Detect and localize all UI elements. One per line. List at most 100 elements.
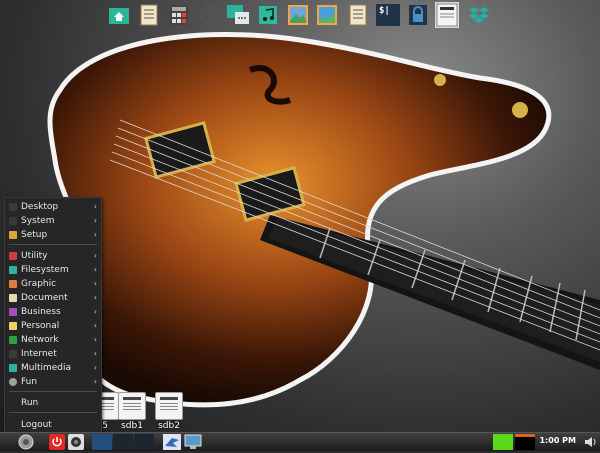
submenu-arrow-icon: › — [93, 279, 97, 288]
speaker-icon — [585, 437, 596, 447]
monitor-icon — [184, 434, 202, 449]
submenu-arrow-icon: › — [93, 307, 97, 316]
multimedia-icon — [9, 364, 17, 372]
launcher-dropbox[interactable] — [466, 2, 492, 28]
launcher-notes[interactable] — [345, 2, 371, 28]
submenu-arrow-icon: › — [93, 216, 97, 225]
drive-icon — [155, 392, 183, 420]
chat-messenger-icon — [227, 5, 249, 24]
desktop-drive-sdb2[interactable]: sdb2 — [152, 392, 186, 432]
drive-label: sdb1 — [121, 421, 143, 431]
launcher-removable-drive[interactable] — [434, 2, 460, 28]
menu-item-label: Logout — [21, 420, 52, 430]
camera-icon — [68, 434, 84, 450]
submenu-arrow-icon: › — [93, 363, 97, 372]
network-icon — [9, 336, 17, 344]
menu-separator — [9, 244, 97, 245]
submenu-arrow-icon: › — [93, 335, 97, 344]
submenu-arrow-icon: › — [93, 321, 97, 330]
business-icon — [9, 308, 17, 316]
menu-item-utility[interactable]: Utility › — [5, 249, 101, 263]
menu-item-desktop[interactable]: Desktop › — [5, 200, 101, 214]
lock-screen-icon — [409, 5, 427, 25]
volume-button[interactable] — [583, 434, 597, 450]
filesystem-icon — [9, 266, 17, 274]
desktop-drive-sdb1[interactable]: sdb1 — [115, 392, 149, 432]
launcher-browser[interactable] — [196, 2, 222, 28]
internet-icon — [9, 350, 17, 358]
start-menu-button[interactable] — [16, 434, 36, 450]
power-button[interactable] — [49, 434, 65, 450]
launcher-lock-screen[interactable] — [405, 2, 431, 28]
workspace-1-button[interactable] — [92, 434, 112, 450]
desktop-icon — [9, 203, 17, 211]
start-menu: Desktop › System › Setup › Utility › Fil… — [4, 197, 102, 439]
personal-icon — [9, 322, 17, 330]
submenu-arrow-icon: › — [93, 230, 97, 239]
launcher-text-editor[interactable] — [136, 2, 162, 28]
menu-separator — [9, 391, 97, 392]
dropbox-icon — [469, 7, 489, 23]
launcher-music[interactable] — [255, 2, 281, 28]
menu-item-internet[interactable]: Internet › — [5, 347, 101, 361]
menu-item-run[interactable]: Run — [5, 396, 101, 410]
calculator-icon — [170, 5, 188, 25]
notes-icon — [349, 4, 367, 26]
menu-item-label: Internet — [21, 349, 57, 359]
menu-item-label: Utility — [21, 251, 48, 261]
launcher-calculator[interactable] — [166, 2, 192, 28]
menu-item-network[interactable]: Network › — [5, 333, 101, 347]
menu-item-fun[interactable]: Fun › — [5, 375, 101, 389]
launcher-chat[interactable] — [225, 2, 251, 28]
menu-item-personal[interactable]: Personal › — [5, 319, 101, 333]
submenu-arrow-icon: › — [93, 202, 97, 211]
menu-item-label: System — [21, 216, 55, 226]
menu-item-setup[interactable]: Setup › — [5, 228, 101, 242]
text-editor-icon — [140, 4, 158, 26]
memory-monitor-graph — [515, 434, 535, 450]
menu-item-label: Document — [21, 293, 68, 303]
menu-item-label: Business — [21, 307, 61, 317]
menu-item-label: Fun — [21, 377, 38, 387]
submenu-arrow-icon: › — [93, 251, 97, 260]
terminal-icon: $| — [376, 4, 400, 26]
power-icon — [49, 434, 65, 450]
taskbar: 1:00 PM — [0, 432, 600, 451]
utility-icon — [9, 252, 17, 260]
launcher-terminal[interactable]: $| — [375, 2, 401, 28]
clock[interactable]: 1:00 PM — [539, 436, 576, 445]
launcher-image-viewer[interactable] — [285, 2, 311, 28]
menu-item-graphic[interactable]: Graphic › — [5, 277, 101, 291]
menu-item-label: Filesystem — [21, 265, 69, 275]
menu-item-label: Network — [21, 335, 59, 345]
system-icon — [9, 217, 17, 225]
submenu-arrow-icon: › — [93, 265, 97, 274]
removable-drive-icon — [435, 2, 459, 28]
cpu-monitor-graph — [493, 434, 513, 450]
launcher-paint[interactable] — [314, 2, 340, 28]
launcher-home[interactable] — [106, 2, 132, 28]
drive-label: sdb2 — [158, 421, 180, 431]
bird-icon — [163, 434, 181, 450]
terminal-prompt-text: $| — [379, 6, 390, 16]
menu-item-label: Multimedia — [21, 363, 72, 373]
menu-item-logout[interactable]: Logout — [5, 418, 101, 432]
menu-item-document[interactable]: Document › — [5, 291, 101, 305]
menu-item-label: Run — [21, 398, 39, 408]
workspace-3-button[interactable] — [134, 434, 154, 450]
workspace-2-button[interactable] — [113, 434, 133, 450]
start-orb-icon — [18, 434, 34, 450]
screenshot-button[interactable] — [68, 434, 84, 450]
menu-item-business[interactable]: Business › — [5, 305, 101, 319]
menu-item-multimedia[interactable]: Multimedia › — [5, 361, 101, 375]
desktop-viewer-button[interactable] — [184, 434, 202, 450]
graphic-icon — [9, 280, 17, 288]
paint-icon — [317, 5, 337, 25]
menu-item-label: Personal — [21, 321, 60, 331]
fun-icon — [9, 378, 17, 386]
menu-separator — [9, 412, 97, 413]
menu-item-filesystem[interactable]: Filesystem › — [5, 263, 101, 277]
file-manager-button[interactable] — [163, 434, 181, 450]
document-icon — [9, 294, 17, 302]
menu-item-system[interactable]: System › — [5, 214, 101, 228]
